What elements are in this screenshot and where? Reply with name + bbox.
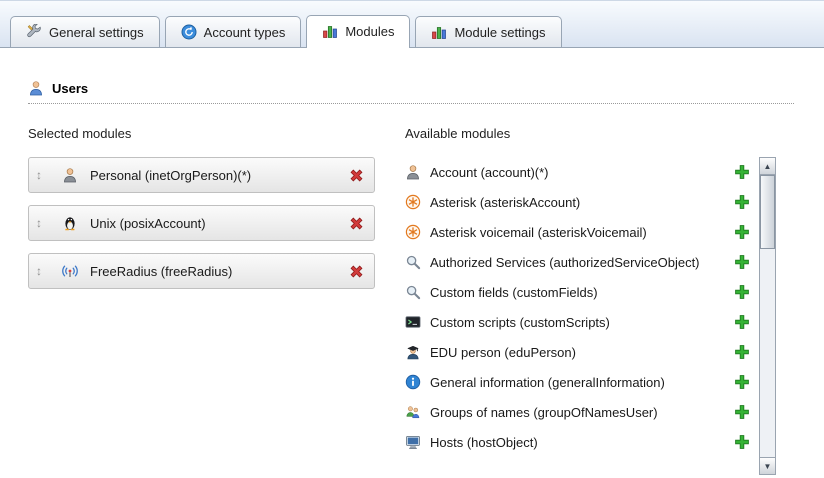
drag-handle-icon[interactable] (36, 168, 52, 182)
add-module-button[interactable] (734, 164, 750, 180)
user-icon (28, 80, 44, 96)
tab-label: Modules (345, 24, 394, 39)
asterisk-icon (405, 194, 421, 210)
scrollbar-track[interactable] (760, 175, 775, 457)
drag-handle-icon[interactable] (36, 264, 52, 278)
tab-modules[interactable]: Modules (306, 15, 410, 48)
available-module-row: Groups of names (groupOfNamesUser) (405, 397, 750, 427)
add-module-button[interactable] (734, 254, 750, 270)
asterisk-icon (405, 224, 421, 240)
group-icon (405, 404, 421, 420)
available-module-row: Custom scripts (customScripts) (405, 307, 750, 337)
sync-icon (181, 24, 197, 40)
antenna-icon (62, 263, 78, 279)
remove-module-button[interactable] (349, 264, 364, 279)
add-module-button[interactable] (734, 314, 750, 330)
person-icon (62, 167, 78, 183)
available-modules-panel: Account (account)(*) Asterisk (asteriskA… (405, 157, 796, 475)
computer-icon (405, 434, 421, 450)
selected-module-row: FreeRadius (freeRadius) (28, 253, 375, 289)
module-label: Personal (inetOrgPerson)(*) (90, 168, 349, 183)
available-modules-heading: Available modules (405, 126, 796, 141)
available-modules-column: Available modules Account (account)(*) A… (405, 126, 796, 475)
drag-handle-icon[interactable] (36, 216, 52, 230)
tab-account-types[interactable]: Account types (165, 16, 302, 48)
graduate-icon (405, 344, 421, 360)
modules-tab-content: Users Selected modules Personal (inetOrg… (0, 48, 824, 478)
lam-configuration-page: General settings Account types Modules M… (0, 0, 824, 478)
tab-general-settings[interactable]: General settings (10, 16, 160, 48)
module-label: EDU person (eduPerson) (430, 345, 726, 360)
available-module-row: Account (account)(*) (405, 157, 750, 187)
person-icon (405, 164, 421, 180)
add-module-button[interactable] (734, 404, 750, 420)
module-label: Asterisk voicemail (asteriskVoicemail) (430, 225, 726, 240)
terminal-icon (405, 314, 421, 330)
available-module-row: Authorized Services (authorizedServiceOb… (405, 247, 750, 277)
add-module-button[interactable] (734, 194, 750, 210)
wrench-icon (26, 24, 42, 40)
penguin-icon (62, 215, 78, 231)
selected-modules-column: Selected modules Personal (inetOrgPerson… (28, 126, 405, 475)
module-columns: Selected modules Personal (inetOrgPerson… (28, 126, 796, 475)
selected-modules-heading: Selected modules (28, 126, 405, 141)
module-label: Authorized Services (authorizedServiceOb… (430, 255, 726, 270)
module-label: Custom fields (customFields) (430, 285, 726, 300)
scroll-up-button[interactable] (760, 158, 775, 175)
tab-label: Module settings (454, 25, 545, 40)
users-section-header: Users (28, 80, 794, 104)
available-module-row: Hosts (hostObject) (405, 427, 750, 457)
available-modules-scrollbar[interactable] (759, 157, 776, 475)
scroll-down-button[interactable] (760, 457, 775, 474)
add-module-button[interactable] (734, 344, 750, 360)
tab-module-settings[interactable]: Module settings (415, 16, 561, 48)
available-module-row: EDU person (eduPerson) (405, 337, 750, 367)
magnifier-icon (405, 254, 421, 270)
tab-label: General settings (49, 25, 144, 40)
bar-chart-icon (322, 23, 338, 39)
scrollbar-thumb[interactable] (760, 175, 775, 249)
module-label: Hosts (hostObject) (430, 435, 726, 450)
available-module-row: Custom fields (customFields) (405, 277, 750, 307)
module-label: Asterisk (asteriskAccount) (430, 195, 726, 210)
add-module-button[interactable] (734, 284, 750, 300)
module-label: Unix (posixAccount) (90, 216, 349, 231)
selected-modules-list: Personal (inetOrgPerson)(*) Unix (posixA… (28, 157, 405, 289)
info-icon (405, 374, 421, 390)
remove-module-button[interactable] (349, 168, 364, 183)
tab-label: Account types (204, 25, 286, 40)
add-module-button[interactable] (734, 374, 750, 390)
selected-module-row: Unix (posixAccount) (28, 205, 375, 241)
tab-bar: General settings Account types Modules M… (0, 1, 824, 48)
remove-module-button[interactable] (349, 216, 364, 231)
add-module-button[interactable] (734, 434, 750, 450)
available-modules-list: Account (account)(*) Asterisk (asteriskA… (405, 157, 750, 457)
module-label: Account (account)(*) (430, 165, 726, 180)
module-label: FreeRadius (freeRadius) (90, 264, 349, 279)
section-title: Users (52, 81, 88, 96)
available-module-row: General information (generalInformation) (405, 367, 750, 397)
module-label: Custom scripts (customScripts) (430, 315, 726, 330)
selected-module-row: Personal (inetOrgPerson)(*) (28, 157, 375, 193)
available-module-row: Asterisk (asteriskAccount) (405, 187, 750, 217)
module-label: Groups of names (groupOfNamesUser) (430, 405, 726, 420)
available-module-row: Asterisk voicemail (asteriskVoicemail) (405, 217, 750, 247)
bar-chart-icon (431, 24, 447, 40)
magnifier-icon (405, 284, 421, 300)
module-label: General information (generalInformation) (430, 375, 726, 390)
add-module-button[interactable] (734, 224, 750, 240)
